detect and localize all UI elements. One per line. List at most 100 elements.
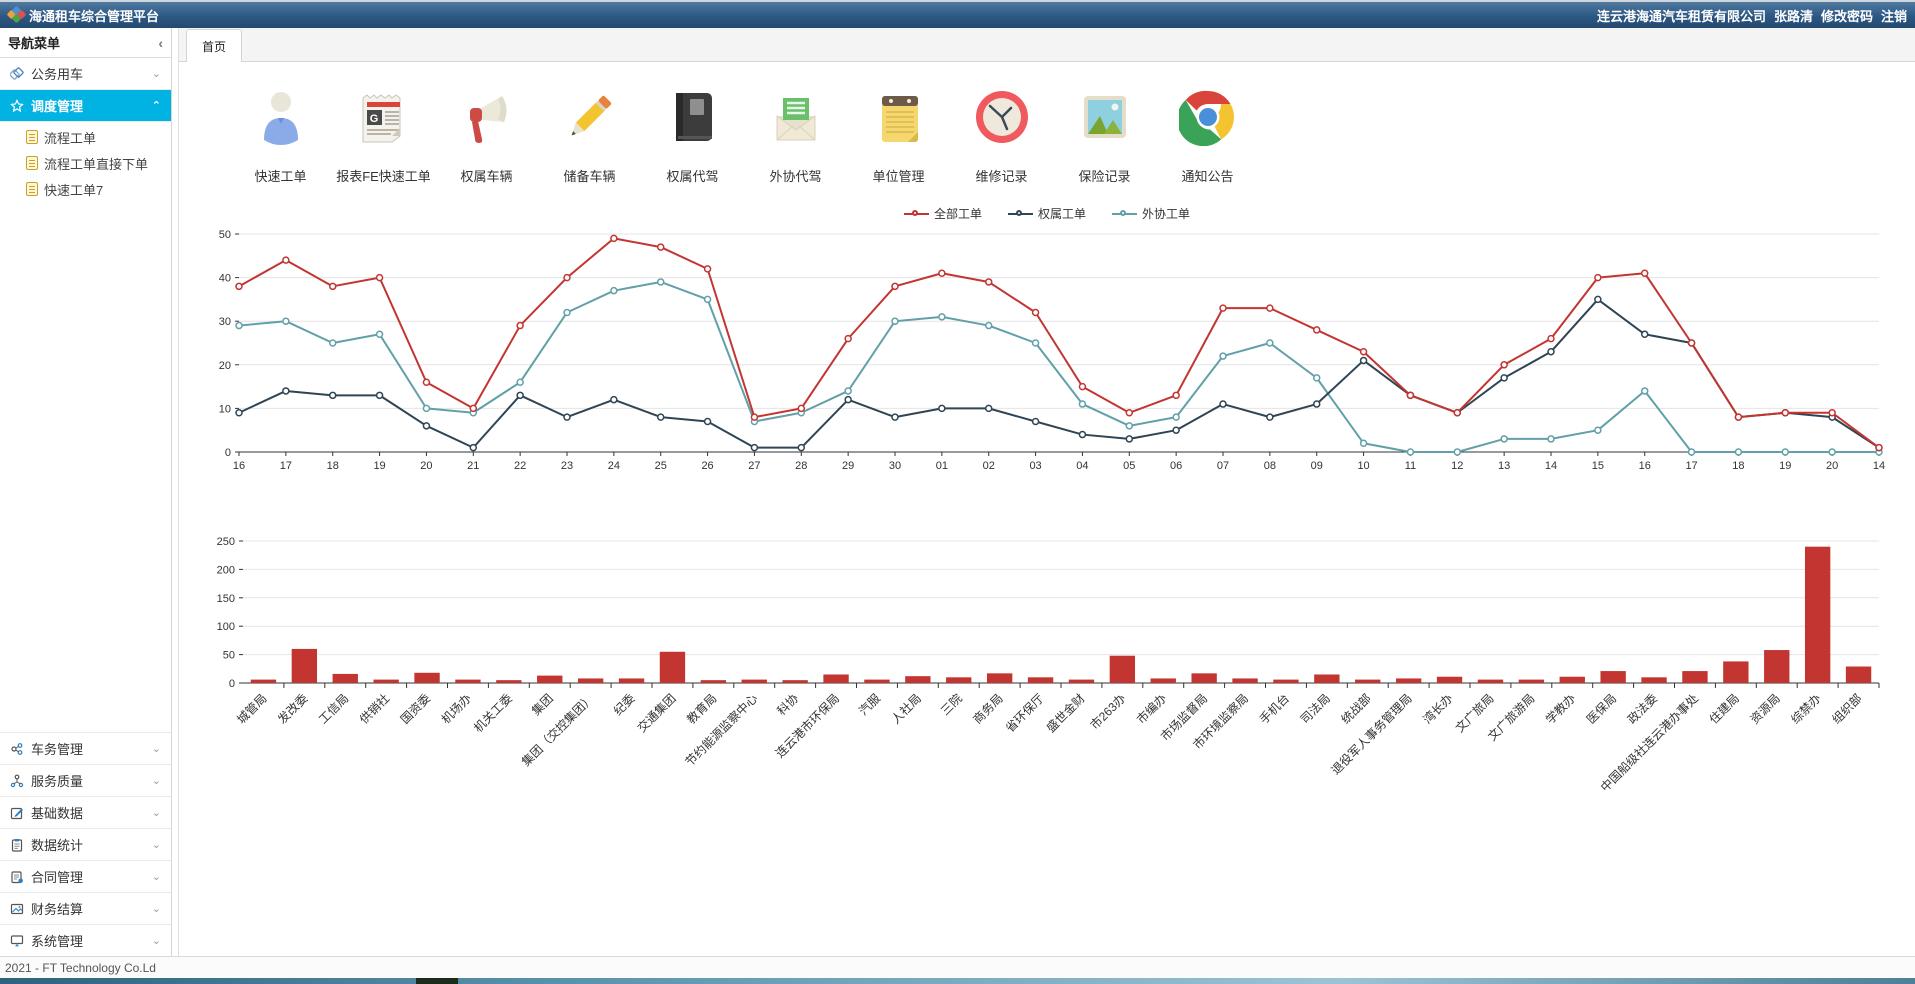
shortcut-picture[interactable]: 保险记录 (1053, 88, 1156, 185)
svg-text:17: 17 (280, 460, 292, 472)
sidebar-item-finance-settlement[interactable]: 财务结算 ⌄ (0, 892, 171, 924)
sidebar-item-service-quality[interactable]: 服务质量⌄ (0, 764, 171, 796)
chevron-down-icon: ⌄ (152, 902, 161, 915)
shortcut-label: 保险记录 (1078, 166, 1130, 185)
unit-bar-chart: 050100150200250城管局发改委工信局供销社国资委机场办机关工委集团集… (203, 533, 1893, 833)
mail-icon (767, 88, 825, 146)
sidebar-item-official-vehicle[interactable]: 公务用车 ⌄ (0, 58, 171, 90)
sidebar-item-label: 财务结算 (31, 899, 145, 918)
svg-text:盛世金财: 盛世金财 (1043, 691, 1088, 736)
shortcut-label: 报表FE快速工单 (336, 166, 431, 185)
contract-management-icon (10, 870, 24, 884)
svg-text:50: 50 (219, 229, 231, 241)
shortcut-newspaper[interactable]: G 报表FE快速工单 (332, 88, 435, 185)
sidebar-item-vehicle-management[interactable]: 车务管理⌄ (0, 732, 171, 764)
shortcut-label: 权属代驾 (666, 166, 718, 185)
person-icon (252, 88, 310, 146)
logout-link[interactable]: 注销 (1881, 6, 1907, 25)
star-icon (10, 99, 24, 113)
finance-settlement-icon (10, 902, 24, 916)
main-panel: 首页 快速工单 G 报表FE快速工单权属车辆储备车辆 权属代驾 外协代驾 单位管理维修记录… (178, 28, 1915, 956)
svg-text:03: 03 (1029, 460, 1041, 472)
svg-text:15: 15 (1592, 460, 1604, 472)
svg-text:手机台: 手机台 (1256, 691, 1292, 727)
bottom-taskbar-strip (0, 978, 1915, 984)
megaphone-icon (458, 88, 516, 146)
svg-text:三院: 三院 (938, 691, 965, 718)
svg-text:湾长办: 湾长办 (1420, 691, 1456, 727)
svg-text:10: 10 (1357, 460, 1369, 472)
sidebar-collapse-icon[interactable]: ‹ (158, 35, 163, 51)
newspaper-icon: G (355, 88, 413, 146)
svg-text:综禁办: 综禁办 (1788, 691, 1824, 727)
legend-marker (904, 213, 929, 215)
sidebar-item-label: 服务质量 (31, 771, 145, 790)
sidebar-item-dispatch-management[interactable]: 调度管理 ⌃ (0, 90, 171, 122)
svg-text:29: 29 (842, 460, 854, 472)
sidebar-item-label: 合同管理 (31, 867, 145, 886)
svg-text:城管局: 城管局 (233, 691, 269, 727)
chevron-down-icon: ⌄ (152, 806, 161, 819)
sidebar-subitem-process-order[interactable]: 流程工单 (0, 124, 171, 150)
legend-label: 全部工单 (934, 205, 982, 222)
legend-item-0[interactable]: 全部工单 (904, 205, 982, 222)
data-statistics-icon (10, 838, 24, 852)
svg-text:政法委: 政法委 (1625, 691, 1660, 726)
shortcut-mail[interactable]: 外协代驾 (744, 88, 847, 185)
vehicle-management-icon (10, 742, 24, 756)
sidebar-subitem-process-order-direct[interactable]: 流程工单直接下单 (0, 150, 171, 176)
sidebar-item-data-statistics[interactable]: 数据统计⌄ (0, 828, 171, 860)
svg-text:组织部: 组织部 (1829, 691, 1865, 727)
svg-text:省环保厅: 省环保厅 (1003, 691, 1047, 735)
svg-text:节约能源监察中心: 节约能源监察中心 (682, 691, 760, 769)
shortcut-notepad[interactable]: 单位管理 (847, 88, 950, 185)
app-title: 海通租车综合管理平台 (29, 6, 159, 25)
svg-text:28: 28 (795, 460, 807, 472)
change-password-link[interactable]: 修改密码 (1821, 6, 1873, 25)
svg-text:17: 17 (1685, 460, 1697, 472)
chevron-up-icon: ⌃ (152, 99, 161, 112)
shortcut-pencil[interactable]: 储备车辆 (538, 88, 641, 185)
legend-item-1[interactable]: 权属工单 (1008, 205, 1086, 222)
legend-marker (1112, 213, 1137, 215)
svg-text:人社局: 人社局 (888, 691, 924, 727)
document-icon (26, 156, 38, 170)
sidebar-subitem-quick-order7[interactable]: 快速工单7 (0, 176, 171, 202)
shortcut-person[interactable]: 快速工单 (229, 88, 332, 185)
footer: 2021 - FT Technology Co.Ld (0, 956, 1915, 978)
tab-home[interactable]: 首页 (186, 29, 242, 62)
sidebar-item-label: 基础数据 (31, 803, 145, 822)
sidebar-item-label: 数据统计 (31, 835, 145, 854)
svg-text:国资委: 国资委 (398, 691, 433, 726)
app-logo-icon (8, 7, 24, 23)
svg-text:20: 20 (420, 460, 432, 472)
footer-text: 2021 - FT Technology Co.Ld (5, 961, 156, 975)
sidebar-item-base-data[interactable]: 基础数据 ⌄ (0, 796, 171, 828)
document-icon (26, 130, 38, 144)
current-user: 张路清 (1774, 6, 1813, 25)
chevron-down-icon: ⌄ (152, 67, 161, 80)
svg-text:发改委: 发改委 (274, 691, 310, 727)
shortcut-chrome[interactable]: 通知公告 (1156, 88, 1259, 185)
svg-text:纪委: 纪委 (611, 691, 638, 718)
svg-text:学教办: 学教办 (1542, 691, 1578, 727)
shortcut-megaphone[interactable]: 权属车辆 (435, 88, 538, 185)
svg-text:0: 0 (229, 678, 235, 690)
shortcut-label: 储备车辆 (563, 166, 615, 185)
clock-icon (973, 88, 1031, 146)
svg-text:11: 11 (1405, 460, 1416, 472)
picture-icon (1076, 88, 1134, 146)
sidebar-item-contract-management[interactable]: 合同管理 ⌄ (0, 860, 171, 892)
legend-item-2[interactable]: 外协工单 (1112, 205, 1190, 222)
shortcut-notebook[interactable]: 权属代驾 (641, 88, 744, 185)
svg-text:汽服: 汽服 (855, 691, 883, 719)
svg-text:科协: 科协 (774, 691, 802, 719)
company-name: 连云港海通汽车租赁有限公司 (1597, 6, 1766, 25)
sidebar-subitem-label: 流程工单直接下单 (44, 154, 148, 173)
chevron-down-icon: ⌄ (152, 870, 161, 883)
shortcut-label: 外协代驾 (769, 166, 821, 185)
sidebar-item-label: 系统管理 (31, 931, 145, 950)
sidebar-item-system-management[interactable]: 系统管理⌄ (0, 924, 171, 956)
svg-text:24: 24 (608, 460, 620, 472)
shortcut-clock[interactable]: 维修记录 (950, 88, 1053, 185)
